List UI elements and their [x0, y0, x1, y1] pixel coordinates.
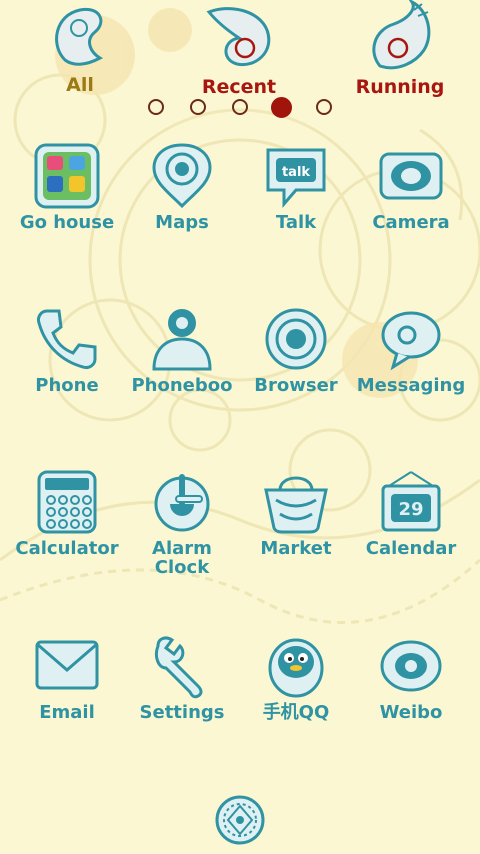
- globe-icon: [265, 308, 327, 370]
- envelope-icon: [35, 640, 99, 690]
- basket-icon: [264, 476, 328, 534]
- map-pin-icon: [152, 143, 212, 209]
- app-phonebook[interactable]: Phoneboo: [124, 305, 240, 395]
- tab-running[interactable]: Running: [340, 0, 460, 98]
- go-house-icon: [34, 143, 100, 209]
- app-alarm-clock[interactable]: Alarm Clock: [124, 468, 240, 577]
- app-label: Maps: [155, 212, 209, 233]
- message-icon: [381, 311, 441, 371]
- svg-text:29: 29: [398, 499, 423, 520]
- page-dot[interactable]: [190, 99, 206, 115]
- wrench-icon: [154, 636, 203, 699]
- app-label: Alarm Clock: [152, 538, 212, 578]
- tab-all[interactable]: All: [20, 0, 140, 96]
- app-browser[interactable]: Browser: [238, 305, 354, 395]
- app-calculator[interactable]: Calculator: [9, 468, 125, 558]
- app-calendar[interactable]: 29 Calendar: [353, 468, 469, 558]
- page-indicator: [0, 97, 480, 122]
- tab-recent[interactable]: Recent: [179, 0, 299, 98]
- app-label: Phone: [35, 375, 99, 396]
- paisley-icon: [206, 7, 271, 67]
- app-market[interactable]: Market: [238, 468, 354, 558]
- app-phone[interactable]: Phone: [9, 305, 125, 395]
- alarm-clock-icon: [154, 474, 210, 532]
- app-messaging[interactable]: Messaging: [353, 305, 469, 395]
- app-go-house[interactable]: Go house: [9, 142, 125, 232]
- app-label: Calculator: [15, 538, 119, 559]
- app-qq[interactable]: 手机QQ: [238, 632, 354, 722]
- tab-recent-label: Recent: [201, 76, 277, 98]
- page-dot[interactable]: [316, 99, 332, 115]
- app-weibo[interactable]: Weibo: [353, 632, 469, 722]
- app-label: Camera: [372, 212, 450, 233]
- page-dot[interactable]: [148, 99, 164, 115]
- app-settings[interactable]: Settings: [124, 632, 240, 722]
- app-camera[interactable]: Camera: [353, 142, 469, 232]
- tab-running-label: Running: [355, 76, 445, 98]
- page-dot-active[interactable]: [271, 97, 292, 118]
- app-maps[interactable]: Maps: [124, 142, 240, 232]
- page-dot[interactable]: [232, 99, 248, 115]
- svg-text:talk: talk: [282, 165, 310, 180]
- app-label: Email: [39, 702, 95, 723]
- camera-icon: [379, 152, 443, 200]
- app-drawer-button[interactable]: [214, 794, 266, 846]
- paisley-wallpaper: [0, 8, 480, 624]
- app-label: Market: [260, 538, 332, 559]
- weibo-eye-icon: [380, 640, 442, 692]
- app-label: Phoneboo: [131, 375, 233, 396]
- tab-all-label: All: [66, 74, 94, 96]
- calendar-icon: 29: [381, 471, 441, 532]
- phone-icon: [37, 309, 97, 369]
- calculator-icon: [37, 470, 97, 534]
- app-label: Settings: [139, 702, 225, 723]
- app-drawer-icon: [215, 795, 265, 845]
- paisley-icon: [55, 7, 104, 66]
- app-label: Talk: [275, 212, 317, 233]
- contacts-icon: [152, 309, 212, 371]
- app-label: Messaging: [356, 375, 466, 396]
- app-email[interactable]: Email: [9, 632, 125, 722]
- talk-icon: talk: [266, 148, 326, 209]
- app-label: Calendar: [365, 538, 457, 559]
- app-talk[interactable]: talk Talk: [238, 142, 354, 232]
- penguin-icon: [268, 638, 324, 698]
- paisley-icon: [372, 0, 431, 70]
- app-label: Browser: [254, 375, 338, 396]
- app-label: Weibo: [379, 702, 443, 723]
- app-label: 手机QQ: [262, 702, 330, 723]
- app-label: Go house: [19, 212, 115, 233]
